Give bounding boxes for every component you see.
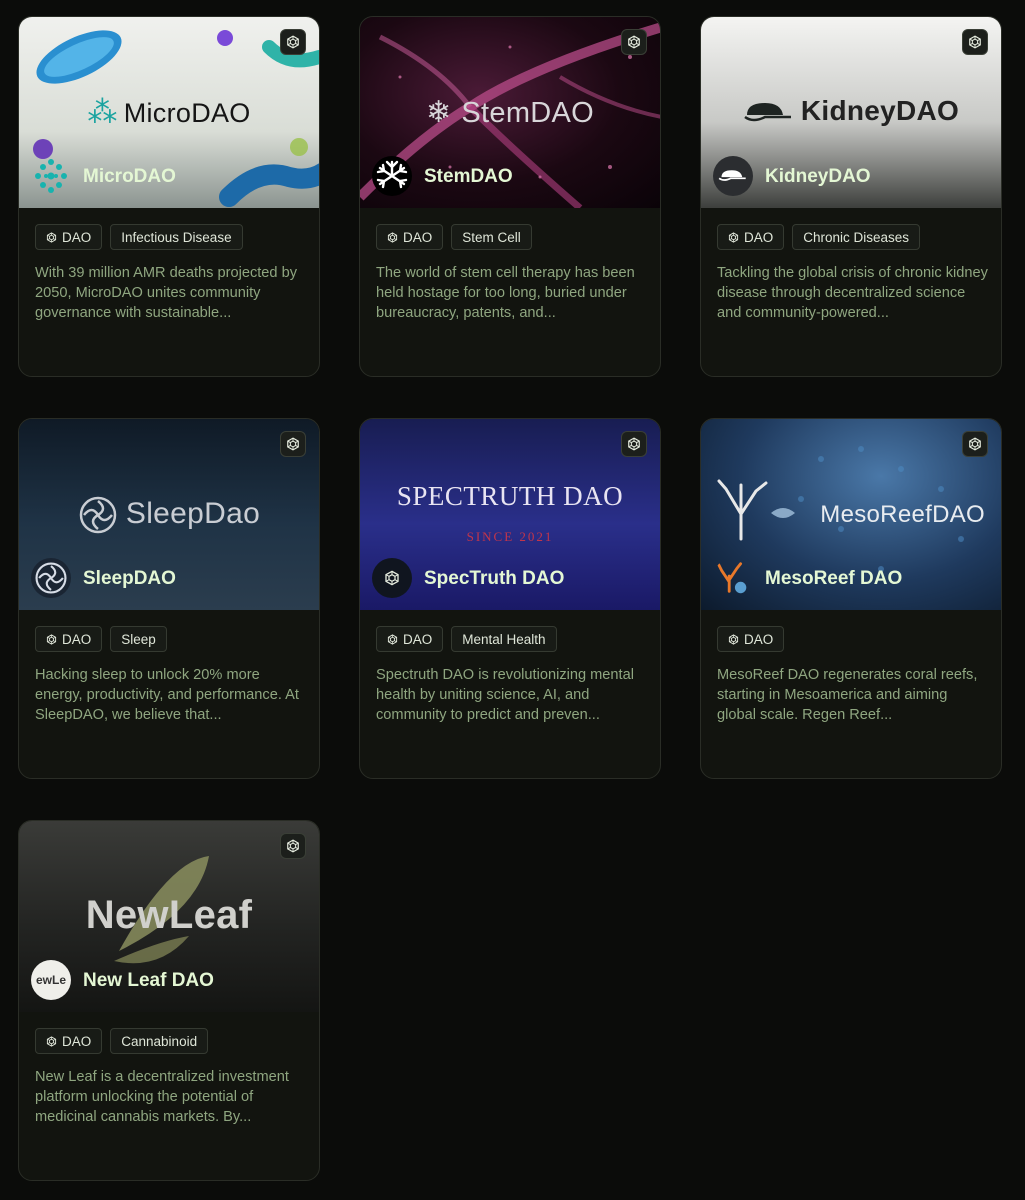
tag-list: DAO Sleep bbox=[35, 626, 167, 652]
tag-dao[interactable]: DAO bbox=[376, 224, 444, 250]
chain-badge[interactable] bbox=[962, 431, 988, 457]
dao-description: Hacking sleep to unlock 20% more energy,… bbox=[35, 667, 299, 723]
tag-list: DAO bbox=[717, 626, 785, 652]
snowflake-logo-icon bbox=[376, 160, 408, 189]
cube-icon bbox=[387, 232, 398, 243]
coral-logo-icon bbox=[717, 562, 747, 594]
hero-logo-text: ⁂ MicroDAO bbox=[87, 96, 251, 129]
avatar bbox=[31, 156, 71, 196]
cube-icon bbox=[46, 1036, 57, 1047]
tag-category[interactable]: Stem Cell bbox=[451, 224, 532, 250]
cube-icon bbox=[384, 570, 400, 586]
hero-logo-text: SPECTRUTH DAO bbox=[396, 481, 624, 511]
cube-icon bbox=[286, 35, 300, 49]
hero-logo-subtext: SINCE 2021 bbox=[466, 529, 554, 544]
cube-icon bbox=[728, 232, 739, 243]
swirl-logo-icon bbox=[35, 562, 67, 594]
avatar bbox=[372, 156, 412, 196]
dao-description: Tackling the global crisis of chronic ki… bbox=[717, 265, 988, 321]
tag-category[interactable]: Cannabinoid bbox=[110, 1028, 209, 1054]
card-hero-image: SleepDao SleepDAO bbox=[19, 419, 319, 610]
tag-list: DAO Infectious Disease bbox=[35, 224, 243, 250]
chain-badge[interactable] bbox=[621, 29, 647, 55]
tag-list: DAO Chronic Diseases bbox=[717, 224, 921, 250]
dao-name[interactable]: KidneyDAO bbox=[765, 166, 871, 188]
card-hero-image: ⁂ MicroDAO MicroDAO bbox=[19, 17, 319, 208]
avatar bbox=[713, 558, 753, 598]
card-hero-image: MesoReefDAO MesoReef DAO bbox=[701, 419, 1001, 610]
avatar-text: ewLe bbox=[35, 973, 66, 987]
cube-icon bbox=[387, 634, 398, 645]
cube-icon bbox=[286, 437, 300, 451]
cube-icon bbox=[728, 634, 739, 645]
tag-dao[interactable]: DAO bbox=[717, 224, 785, 250]
kidney-logo-icon bbox=[744, 102, 791, 121]
snowflake-logo-icon: ❄ bbox=[425, 96, 452, 129]
dots-logo-icon: ⁂ bbox=[87, 96, 118, 129]
card-hero-image: ❄ StemDAO StemDAO bbox=[360, 17, 660, 208]
tag-category[interactable]: Chronic Diseases bbox=[792, 224, 921, 250]
dao-card-spectruthdao[interactable]: SPECTRUTH DAO SINCE 2021 SpecTruth DAO D… bbox=[359, 418, 661, 779]
dao-card-microdao[interactable]: ⁂ MicroDAO MicroDAO DAO Infectious Diseas… bbox=[18, 16, 320, 377]
hero-logo-text: MesoReefDAO bbox=[820, 501, 985, 528]
cube-icon bbox=[286, 839, 300, 853]
avatar: ewLe bbox=[31, 960, 71, 1000]
dao-card-mesoreefdao[interactable]: MesoReefDAO MesoReef DAO DAO MesoReef DA… bbox=[700, 418, 1002, 779]
dao-card-newleafdao[interactable]: NewLeaf ewLe New Leaf DAO DAO Cannabinoi… bbox=[18, 820, 320, 1181]
tag-dao[interactable]: DAO bbox=[376, 626, 444, 652]
dao-description: New Leaf is a decentralized investment p… bbox=[35, 1069, 289, 1125]
hero-logo-text: NewLeaf bbox=[85, 893, 253, 937]
tag-category[interactable]: Mental Health bbox=[451, 626, 557, 652]
card-hero-image: SPECTRUTH DAO SINCE 2021 SpecTruth DAO bbox=[360, 419, 660, 610]
tag-list: DAO Cannabinoid bbox=[35, 1028, 209, 1054]
cube-icon bbox=[627, 35, 641, 49]
dots-logo-icon bbox=[35, 159, 67, 193]
kidney-logo-icon bbox=[718, 170, 746, 181]
tag-list: DAO Mental Health bbox=[376, 626, 557, 652]
dao-description: With 39 million AMR deaths projected by … bbox=[35, 265, 297, 321]
chain-badge[interactable] bbox=[962, 29, 988, 55]
card-hero-image: KidneyDAO KidneyDAO bbox=[701, 17, 1001, 208]
tag-dao[interactable]: DAO bbox=[35, 224, 103, 250]
tag-dao[interactable]: DAO bbox=[35, 1028, 103, 1054]
cube-icon bbox=[46, 634, 57, 645]
tag-dao[interactable]: DAO bbox=[717, 626, 785, 652]
dao-name[interactable]: MicroDAO bbox=[83, 166, 176, 188]
hero-logo-text: KidneyDAO bbox=[701, 95, 1001, 127]
dao-description: Spectruth DAO is revolutionizing mental … bbox=[376, 667, 634, 723]
avatar bbox=[31, 558, 71, 598]
dao-name[interactable]: SpecTruth DAO bbox=[424, 568, 564, 590]
dao-name[interactable]: StemDAO bbox=[424, 166, 513, 188]
hero-logo-text: SleepDao bbox=[19, 495, 319, 535]
cube-icon bbox=[46, 232, 57, 243]
chain-badge[interactable] bbox=[280, 833, 306, 859]
tag-dao[interactable]: DAO bbox=[35, 626, 103, 652]
tag-category[interactable]: Infectious Disease bbox=[110, 224, 243, 250]
chain-badge[interactable] bbox=[280, 431, 306, 457]
dao-card-kidneydao[interactable]: KidneyDAO KidneyDAO DAO Chronic Diseases… bbox=[700, 16, 1002, 377]
swirl-logo-icon bbox=[79, 496, 117, 534]
avatar bbox=[372, 558, 412, 598]
cube-icon bbox=[968, 437, 982, 451]
cube-icon bbox=[627, 437, 641, 451]
chain-badge[interactable] bbox=[280, 29, 306, 55]
dao-name[interactable]: SleepDAO bbox=[83, 568, 176, 590]
dao-card-sleepdao[interactable]: SleepDao SleepDAO DAO Sleep Hacking slee… bbox=[18, 418, 320, 779]
dao-description: The world of stem cell therapy has been … bbox=[376, 265, 635, 321]
dao-name[interactable]: New Leaf DAO bbox=[83, 970, 214, 992]
dao-card-stemdao[interactable]: ❄ StemDAO StemDAO DAO Stem Cell The world… bbox=[359, 16, 661, 377]
dao-name[interactable]: MesoReef DAO bbox=[765, 568, 902, 590]
dao-description: MesoReef DAO regenerates coral reefs, st… bbox=[717, 667, 978, 723]
tag-list: DAO Stem Cell bbox=[376, 224, 532, 250]
cube-icon bbox=[968, 35, 982, 49]
avatar bbox=[713, 156, 753, 196]
card-hero-image: NewLeaf ewLe New Leaf DAO bbox=[19, 821, 319, 1012]
tag-category[interactable]: Sleep bbox=[110, 626, 167, 652]
chain-badge[interactable] bbox=[621, 431, 647, 457]
hero-logo-text: ❄ StemDAO bbox=[425, 96, 595, 129]
